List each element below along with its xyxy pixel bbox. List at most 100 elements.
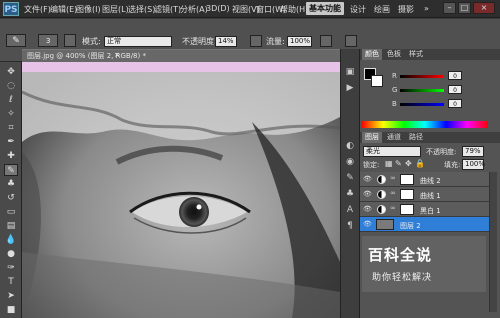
- lasso-tool-icon[interactable]: ℓ: [4, 94, 18, 106]
- healing-brush-tool-icon[interactable]: ✚: [4, 150, 18, 162]
- visibility-eye-icon[interactable]: 👁: [363, 190, 372, 198]
- document-tab-title: 图层.jpg @ 400% (图层 2, RGB/8) *: [27, 52, 146, 60]
- tab-layers[interactable]: 图层: [362, 132, 382, 143]
- shape-tool-icon[interactable]: ■: [4, 304, 18, 316]
- restore-icon[interactable]: □: [458, 2, 471, 14]
- opacity-label: 不透明度:: [182, 37, 217, 46]
- layer-row[interactable]: 👁 ∞ 黑白 1: [360, 202, 489, 217]
- close-icon[interactable]: ×: [473, 2, 495, 14]
- brush-panel-toggle-icon[interactable]: [64, 34, 76, 47]
- layer-thumbnail[interactable]: [376, 219, 394, 230]
- layer-row-selected[interactable]: 👁 图层 2: [360, 217, 489, 232]
- mode-select[interactable]: 正常: [104, 36, 172, 47]
- history-panel-icon[interactable]: ▣: [343, 66, 357, 78]
- layers-scrollbar[interactable]: [489, 172, 497, 312]
- menu-file[interactable]: 文件(F): [24, 4, 51, 15]
- tab-swatches[interactable]: 色板: [384, 49, 404, 60]
- layer-mask-thumbnail[interactable]: [400, 189, 414, 200]
- gradient-tool-icon[interactable]: ▤: [4, 220, 18, 232]
- menu-select[interactable]: 选择(S): [128, 4, 155, 15]
- history-brush-tool-icon[interactable]: ↺: [4, 192, 18, 204]
- fill-input[interactable]: 100%: [462, 159, 485, 170]
- blend-mode-select[interactable]: 柔光: [363, 146, 421, 157]
- tab-color[interactable]: 颜色: [362, 49, 382, 60]
- channel-g-input[interactable]: 0: [448, 85, 462, 94]
- layer-row[interactable]: 👁 ∞ 曲线 2: [360, 172, 489, 187]
- tab-channels[interactable]: 通道: [384, 132, 404, 143]
- workspace-basic-button[interactable]: 基本功能: [306, 2, 344, 15]
- photoshop-logo: PS: [3, 2, 19, 16]
- minimize-icon[interactable]: –: [443, 2, 456, 14]
- blur-tool-icon[interactable]: 💧: [4, 234, 18, 246]
- channel-g-label: G: [392, 86, 398, 94]
- tablet-pressure-icon[interactable]: [345, 35, 357, 47]
- document-canvas[interactable]: [22, 62, 340, 318]
- color-spectrum-bar[interactable]: [362, 121, 488, 128]
- workspace-painting[interactable]: 绘画: [374, 4, 390, 15]
- flow-input[interactable]: 100%: [287, 36, 312, 47]
- eyedropper-tool-icon[interactable]: ✒: [4, 136, 18, 148]
- lock-image-icon[interactable]: ✎: [395, 159, 402, 168]
- lock-transparent-icon[interactable]: ▦: [385, 159, 393, 168]
- channel-r-input[interactable]: 0: [448, 71, 462, 80]
- channel-b-input[interactable]: 0: [448, 99, 462, 108]
- layer-mask-thumbnail[interactable]: [400, 174, 414, 185]
- pressure-opacity-icon[interactable]: [250, 35, 262, 47]
- menu-3d[interactable]: 3D(D): [206, 4, 230, 13]
- background-color-swatch[interactable]: [371, 75, 383, 87]
- layer-opacity-input[interactable]: 79%: [462, 146, 484, 157]
- paragraph-panel-icon[interactable]: ¶: [343, 220, 357, 232]
- dodge-tool-icon[interactable]: ●: [4, 248, 18, 260]
- lock-position-icon[interactable]: ✥: [405, 159, 412, 168]
- crop-tool-icon[interactable]: ⌗: [4, 122, 18, 134]
- channel-r-slider[interactable]: [400, 75, 444, 78]
- pen-tool-icon[interactable]: ✑: [4, 262, 18, 274]
- tab-styles[interactable]: 样式: [406, 49, 426, 60]
- lock-all-icon[interactable]: 🔒: [415, 159, 425, 168]
- channel-b-slider[interactable]: [400, 103, 444, 106]
- menu-edit[interactable]: 编辑(E): [50, 4, 77, 15]
- workspace-more[interactable]: »: [424, 4, 429, 13]
- masks-panel-icon[interactable]: ◉: [343, 156, 357, 168]
- workspace-design[interactable]: 设计: [350, 4, 366, 15]
- watermark-subtitle: 助你轻松解决: [372, 273, 433, 283]
- actions-panel-icon[interactable]: ▶: [343, 82, 357, 94]
- visibility-eye-icon[interactable]: 👁: [363, 220, 372, 228]
- quick-select-tool-icon[interactable]: ✧: [4, 108, 18, 120]
- tab-paths[interactable]: 路径: [406, 132, 426, 143]
- menu-help[interactable]: 帮助(H): [280, 4, 308, 15]
- channel-g-slider[interactable]: [400, 89, 444, 92]
- eraser-tool-icon[interactable]: ▭: [4, 206, 18, 218]
- channel-r-label: R: [392, 72, 397, 80]
- layer-row[interactable]: 👁 ∞ 曲线 1: [360, 187, 489, 202]
- adjustments-panel-icon[interactable]: ◐: [343, 140, 357, 152]
- type-tool-icon[interactable]: T: [4, 276, 18, 288]
- link-icon: ∞: [390, 189, 396, 197]
- path-selection-tool-icon[interactable]: ➤: [4, 290, 18, 302]
- workspace-photography[interactable]: 摄影: [398, 4, 414, 15]
- menu-analysis[interactable]: 分析(A): [180, 4, 208, 15]
- character-panel-icon[interactable]: A: [343, 204, 357, 216]
- clone-stamp-tool-icon[interactable]: ♣: [4, 178, 18, 190]
- mode-label: 模式:: [82, 37, 101, 46]
- layer-name: 曲线 2: [420, 177, 441, 185]
- document-close-icon[interactable]: ×: [114, 51, 120, 59]
- clone-source-panel-icon[interactable]: ♣: [343, 188, 357, 200]
- brush-size-picker[interactable]: 3: [38, 34, 58, 47]
- brush-tool-preset-icon[interactable]: ✎: [6, 34, 26, 47]
- visibility-eye-icon[interactable]: 👁: [363, 205, 372, 213]
- menu-layer[interactable]: 图层(L): [102, 4, 129, 15]
- menu-image[interactable]: 图像(I): [76, 4, 101, 15]
- layer-mask-thumbnail[interactable]: [400, 204, 414, 215]
- move-tool-icon[interactable]: ✥: [4, 66, 18, 78]
- airbrush-icon[interactable]: [320, 35, 332, 47]
- brush-tool-icon[interactable]: ✎: [4, 164, 18, 176]
- brush-panel-icon[interactable]: ✎: [343, 172, 357, 184]
- eye-photo: [22, 62, 340, 318]
- brush-size-value: 3: [46, 37, 51, 45]
- opacity-input[interactable]: 14%: [215, 36, 237, 47]
- layer-opacity-label: 不透明度:: [426, 148, 457, 156]
- menu-filter[interactable]: 滤镜(T): [154, 4, 181, 15]
- marquee-tool-icon[interactable]: ◌: [4, 80, 18, 92]
- visibility-eye-icon[interactable]: 👁: [363, 175, 372, 183]
